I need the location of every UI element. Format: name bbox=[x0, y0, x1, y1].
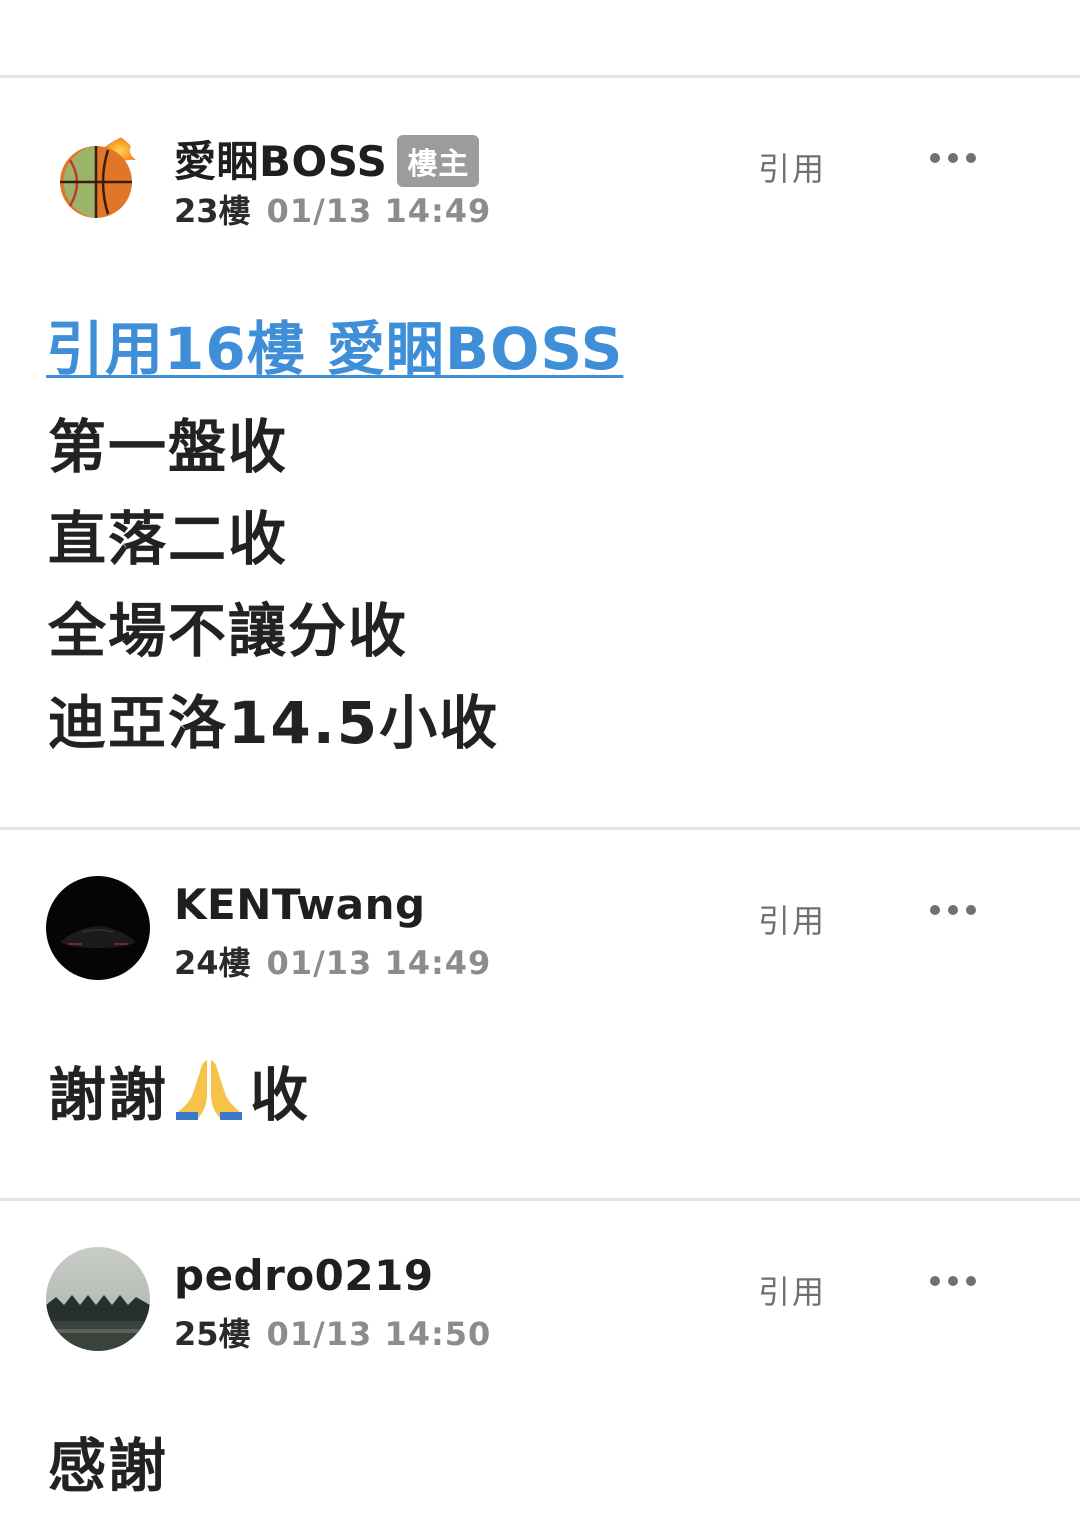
praying-hands-icon bbox=[174, 1056, 244, 1134]
floor-number: 24樓 bbox=[174, 944, 251, 982]
author-name[interactable]: KENTwang bbox=[174, 880, 426, 929]
avatar[interactable] bbox=[46, 1247, 150, 1351]
divider bbox=[0, 827, 1080, 830]
fireball-sports-avatar-icon bbox=[50, 130, 142, 222]
post-meta: 23樓 01/13 14:49 bbox=[174, 186, 491, 232]
author-name[interactable]: 愛睏BOSS 樓主 bbox=[174, 128, 480, 191]
building-sky-avatar-icon bbox=[46, 1247, 150, 1351]
post-meta: 24樓 01/13 14:49 bbox=[174, 938, 491, 984]
body-text: 謝謝 bbox=[48, 1061, 169, 1129]
quote-button[interactable]: 引用 bbox=[758, 144, 826, 190]
author-name[interactable]: pedro0219 bbox=[174, 1251, 434, 1300]
body-text-tail: 收 bbox=[250, 1061, 311, 1129]
comment-thread: 愛睏BOSS 樓主 23樓 01/13 14:49 引用 引用16樓 愛睏BOSS … bbox=[0, 0, 1080, 1522]
author-name-text: 愛睏BOSS bbox=[174, 137, 388, 186]
more-options-icon[interactable] bbox=[930, 1274, 976, 1288]
dark-car-avatar-icon bbox=[46, 876, 150, 980]
avatar[interactable] bbox=[50, 130, 142, 222]
floor-number: 23樓 bbox=[174, 192, 251, 230]
avatar[interactable] bbox=[46, 876, 150, 980]
body-line: 全場不讓分收 bbox=[48, 597, 409, 665]
body-line: 第一盤收 bbox=[48, 413, 289, 481]
quote-button[interactable]: 引用 bbox=[758, 1267, 826, 1313]
body-line: 謝謝 收 bbox=[48, 1048, 310, 1138]
floor-number: 25樓 bbox=[174, 1315, 251, 1353]
more-options-icon[interactable] bbox=[930, 151, 976, 165]
more-options-icon[interactable] bbox=[930, 903, 976, 917]
op-badge: 樓主 bbox=[397, 134, 480, 187]
body-line: 直落二收 bbox=[48, 505, 289, 573]
post-time: 01/13 14:49 bbox=[266, 944, 492, 982]
divider bbox=[0, 75, 1080, 78]
quote-button[interactable]: 引用 bbox=[758, 896, 826, 942]
quote-link[interactable]: 引用16樓 愛睏BOSS bbox=[46, 302, 623, 386]
post-time: 01/13 14:49 bbox=[266, 192, 492, 230]
post-meta: 25樓 01/13 14:50 bbox=[174, 1309, 491, 1355]
body-line: 迪亞洛14.5小收 bbox=[48, 689, 500, 757]
divider bbox=[0, 1198, 1080, 1201]
body-line: 感謝 bbox=[48, 1432, 169, 1500]
post-time: 01/13 14:50 bbox=[266, 1315, 492, 1353]
